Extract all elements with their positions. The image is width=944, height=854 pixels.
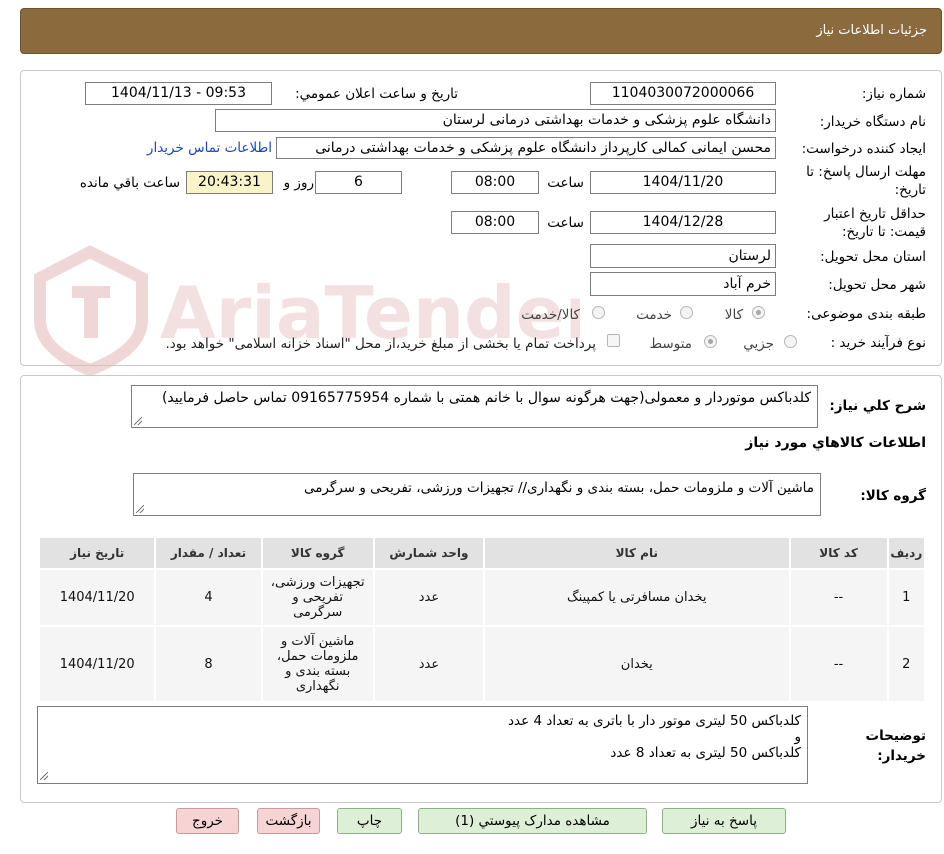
cell-name: یخدان xyxy=(485,627,789,701)
category-option-goods-service: کالا/خدمت xyxy=(521,307,580,323)
announce-datetime-label: تاريخ و ساعت اعلان عمومي: xyxy=(295,86,458,102)
table-row: 2 -- یخدان عدد ماشین آلات و ملزومات حمل،… xyxy=(40,627,924,701)
summary-textarea[interactable]: کلدباکس موتوردار و معمولی(جهت هرگونه سوا… xyxy=(131,385,818,428)
category-option-goods: کالا xyxy=(724,307,743,323)
buyer-notes-line: کلدباکس 50 لیتری موتور دار با باتری به ت… xyxy=(507,713,801,729)
category-radio-goods-service[interactable] xyxy=(592,306,605,319)
buyer-org-label: نام دستگاه خريدار: xyxy=(819,114,926,130)
validity-date-field: 1404/12/28 xyxy=(590,211,776,234)
treasury-payment-note: پرداخت تمام یا بخشی از مبلغ خرید،از محل … xyxy=(165,336,596,352)
deadline-time-label: ساعت xyxy=(547,175,584,191)
col-header-row-number: رديف xyxy=(888,538,924,568)
need-number-label: شماره نياز: xyxy=(861,86,926,102)
table-header-row: رديف کد کالا نام کالا واحد شمارش گروه کا… xyxy=(40,538,924,568)
category-radio-goods[interactable] xyxy=(752,306,765,319)
col-header-code: کد کالا xyxy=(790,538,887,568)
cell-need-date: 1404/11/20 xyxy=(40,627,155,701)
cell-quantity: 4 xyxy=(156,570,261,625)
province-field: لرستان xyxy=(590,244,776,268)
col-header-quantity: تعداد / مقدار xyxy=(156,538,261,568)
process-radio-medium[interactable] xyxy=(704,335,717,348)
goods-group-text: ماشین آلات و ملزومات حمل، بسته بندی و نگ… xyxy=(303,480,814,496)
print-button[interactable]: چاپ xyxy=(337,808,402,834)
announce-datetime-field: 1404/11/13 - 09:53 xyxy=(85,82,272,105)
respond-button[interactable]: پاسخ به نياز xyxy=(662,808,786,834)
province-label: استان محل تحويل: xyxy=(820,249,926,265)
validity-time-field: 08:00 xyxy=(451,211,539,234)
goods-group-textarea[interactable]: ماشین آلات و ملزومات حمل، بسته بندی و نگ… xyxy=(133,473,821,516)
cell-need-date: 1404/11/20 xyxy=(40,570,155,625)
remaining-time-field: 20:43:31 xyxy=(186,171,273,194)
validity-label: حداقل تاريخ اعتبار xyxy=(824,206,926,222)
cell-name: یخدان مسافرتی یا کمپینگ xyxy=(485,570,789,625)
cell-quantity: 8 xyxy=(156,627,261,701)
requester-label: ايجاد کننده درخواست: xyxy=(801,141,926,157)
cell-unit: عدد xyxy=(374,627,484,701)
goods-table: رديف کد کالا نام کالا واحد شمارش گروه کا… xyxy=(38,536,926,703)
city-field: خرم آباد xyxy=(590,272,776,296)
category-option-service: خدمت xyxy=(636,307,672,323)
col-header-need-date: تاريخ نياز xyxy=(40,538,155,568)
cell-code: -- xyxy=(790,627,887,701)
view-attachments-button[interactable]: مشاهده مدارک پيوستي (1) xyxy=(418,808,647,834)
back-button[interactable]: بازگشت xyxy=(257,808,320,834)
deadline-date-field: 1404/11/20 xyxy=(590,171,776,194)
buyer-notes-label: توضيحات xyxy=(865,728,926,744)
page-header: جزئيات اطلاعات نياز xyxy=(20,8,942,54)
buyer-notes-line: و xyxy=(794,729,801,745)
cell-unit: عدد xyxy=(374,570,484,625)
cell-code: -- xyxy=(790,570,887,625)
goods-group-resize-handle[interactable] xyxy=(136,505,144,513)
goods-section-title: اطلاعات کالاهاي مورد نياز xyxy=(745,435,926,451)
buyer-notes-resize-handle[interactable] xyxy=(40,772,48,780)
exit-button[interactable]: خروج xyxy=(176,808,239,834)
validity-label-2: قيمت: تا تاريخ: xyxy=(842,224,926,240)
cell-group: ماشین آلات و ملزومات حمل، بسته بندی و نگ… xyxy=(262,627,373,701)
category-radio-service[interactable] xyxy=(680,306,693,319)
deadline-time-field: 08:00 xyxy=(451,171,539,194)
process-type-label: نوع فرآيند خريد : xyxy=(830,335,926,351)
category-label: طبقه بندی موضوعی: xyxy=(806,306,926,322)
city-label: شهر محل تحويل: xyxy=(828,277,926,293)
remaining-time-label: ساعت باقي مانده xyxy=(79,175,180,191)
deadline-label: مهلت ارسال پاسخ: تا xyxy=(806,164,926,180)
col-header-unit: واحد شمارش xyxy=(374,538,484,568)
cell-group: تجهیزات ورزشی، تفریحی و سرگرمی xyxy=(262,570,373,625)
col-header-name: نام کالا xyxy=(485,538,789,568)
days-field: 6 xyxy=(315,171,402,194)
buyer-notes-textarea[interactable]: کلدباکس 50 لیتری موتور دار با باتری به ت… xyxy=(37,706,808,784)
process-option-minor: جزيي xyxy=(743,336,774,352)
buyer-org-field: دانشگاه علوم پزشکی و خدمات بهداشتی درمان… xyxy=(215,109,776,132)
buyer-notes-label-2: خريدار: xyxy=(877,748,926,764)
requester-field: محسن ایمانی کمالی کارپرداز دانشگاه علوم … xyxy=(276,137,776,159)
goods-group-label: گروه کالا: xyxy=(860,488,926,504)
process-radio-minor[interactable] xyxy=(784,335,797,348)
buyer-contact-link[interactable]: اطلاعات تماس خريدار xyxy=(147,140,272,156)
cell-row-number: 1 xyxy=(888,570,924,625)
treasury-payment-checkbox[interactable] xyxy=(607,334,620,347)
need-number-field: 1104030072000066 xyxy=(590,82,776,105)
table-row: 1 -- یخدان مسافرتی یا کمپینگ عدد تجهیزات… xyxy=(40,570,924,625)
summary-label: شرح کلي نياز: xyxy=(829,398,926,414)
summary-text: کلدباکس موتوردار و معمولی(جهت هرگونه سوا… xyxy=(161,390,811,406)
days-and-label: روز و xyxy=(283,175,314,191)
validity-time-label: ساعت xyxy=(547,215,584,231)
process-option-medium: متوسط xyxy=(649,336,692,352)
page-title: جزئيات اطلاعات نياز xyxy=(816,23,927,38)
summary-resize-handle[interactable] xyxy=(134,417,142,425)
col-header-group: گروه کالا xyxy=(262,538,373,568)
deadline-label-2: تاريخ: xyxy=(894,182,926,198)
cell-row-number: 2 xyxy=(888,627,924,701)
buyer-notes-line: کلدباکس 50 لیتری به تعداد 8 عدد xyxy=(610,745,801,761)
